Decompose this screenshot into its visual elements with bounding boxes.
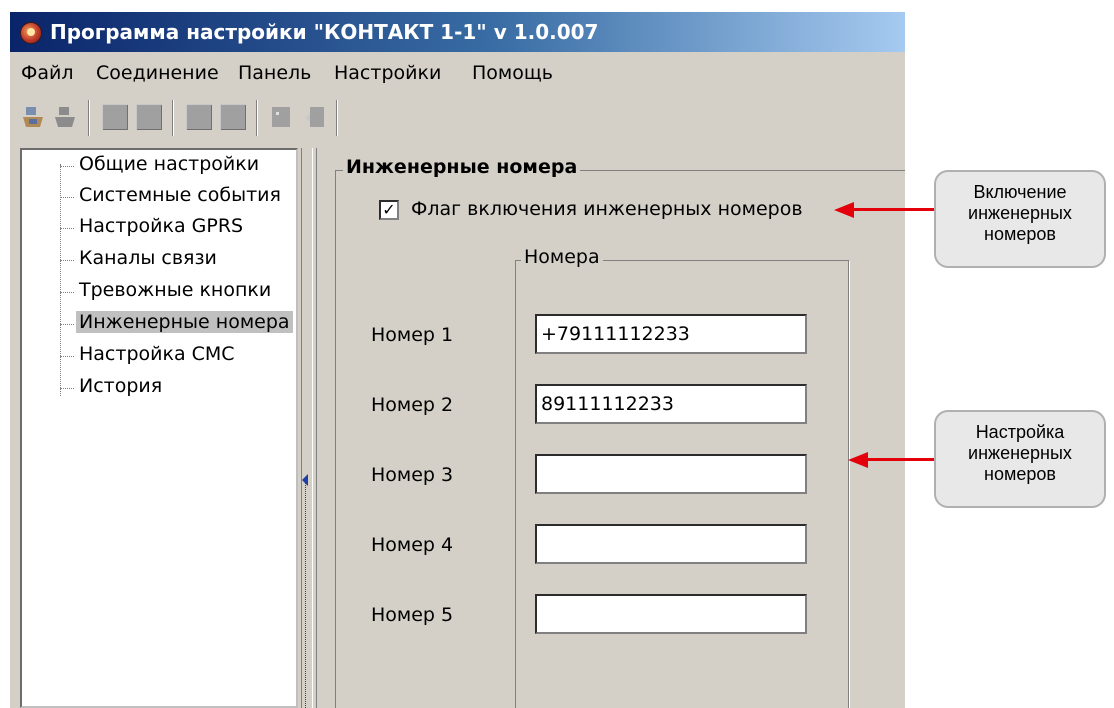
arrow-to-numbers	[848, 452, 934, 468]
callout-enable-numbers: Включение инженерных номеров	[934, 170, 1106, 268]
save-button[interactable]	[220, 104, 246, 130]
callout-line: инженерных	[968, 443, 1072, 463]
tree-item-label: Тревожные кнопки	[79, 279, 272, 301]
tree-connector	[60, 164, 61, 396]
number-1-label: Номер 1	[371, 324, 454, 346]
write-button[interactable]	[136, 104, 162, 130]
toolbar	[10, 92, 905, 142]
number-4-label: Номер 4	[371, 534, 454, 556]
title-bar[interactable]: Программа настройки "КОНТАКТ 1-1" v 1.0.…	[10, 12, 905, 52]
tree-item-label: Настройка СМС	[79, 343, 235, 365]
splitter-grip	[305, 478, 310, 708]
toolbar-separator	[172, 100, 174, 136]
enable-engineering-checkbox[interactable]: ✓	[379, 200, 399, 220]
load-button[interactable]	[186, 104, 212, 130]
tree-item-label: Каналы связи	[79, 247, 217, 269]
number-5-label: Номер 5	[371, 604, 454, 626]
number-2-input[interactable]	[535, 384, 807, 424]
arrow-head-icon	[834, 202, 854, 218]
numbers-group-title: Номера	[521, 246, 603, 268]
menu-help[interactable]: Помощь	[472, 62, 553, 84]
group-title: Инженерные номера	[343, 156, 581, 178]
arrow-head-icon	[848, 452, 868, 468]
door-open-icon[interactable]	[268, 104, 294, 130]
number-4-input[interactable]	[535, 524, 807, 564]
menu-file[interactable]: Файл	[21, 62, 74, 84]
callout-line: Настройка	[975, 422, 1065, 442]
read-button[interactable]	[102, 104, 128, 130]
app-window: Программа настройки "КОНТАКТ 1-1" v 1.0.…	[10, 12, 905, 708]
disconnect-icon[interactable]	[52, 104, 78, 130]
toolbar-separator	[88, 100, 90, 136]
tree-item-label: Общие настройки	[79, 153, 260, 175]
exit-icon[interactable]	[302, 104, 328, 130]
settings-panel: Инженерные номера ✓ Флаг включения инжен…	[316, 148, 905, 708]
number-5-input[interactable]	[535, 594, 807, 634]
tree-item-label: Системные события	[79, 184, 281, 206]
tree-item-label: История	[79, 375, 163, 397]
callout-line: Включение	[973, 182, 1067, 202]
menu-settings[interactable]: Настройки	[334, 62, 441, 84]
number-2-label: Номер 2	[371, 394, 454, 416]
settings-tree: Общие настройки Системные события Настро…	[20, 148, 298, 708]
panel-splitter[interactable]	[301, 148, 313, 708]
number-3-input[interactable]	[535, 454, 807, 494]
toolbar-separator	[336, 100, 338, 136]
enable-engineering-label[interactable]: Флаг включения инженерных номеров	[411, 198, 803, 220]
callout-line: номеров	[984, 224, 1056, 244]
menu-panel[interactable]: Панель	[238, 62, 311, 84]
app-icon[interactable]	[20, 22, 42, 44]
tree-item-label: Настройка GPRS	[79, 215, 244, 237]
window-title: Программа настройки "КОНТАКТ 1-1" v 1.0.…	[50, 20, 599, 44]
menu-connection[interactable]: Соединение	[96, 62, 219, 84]
callout-numbers-settings: Настройка инженерных номеров	[934, 410, 1106, 508]
connect-icon[interactable]	[20, 104, 46, 130]
menu-bar: Файл Соединение Панель Настройки Помощь	[10, 58, 905, 88]
callout-line: инженерных	[968, 203, 1072, 223]
number-1-input[interactable]	[535, 314, 807, 354]
arrow-to-checkbox	[834, 202, 934, 218]
toolbar-separator	[256, 100, 258, 136]
number-3-label: Номер 3	[371, 464, 454, 486]
callout-line: номеров	[984, 464, 1056, 484]
tree-item-label: Инженерные номера	[76, 311, 293, 333]
